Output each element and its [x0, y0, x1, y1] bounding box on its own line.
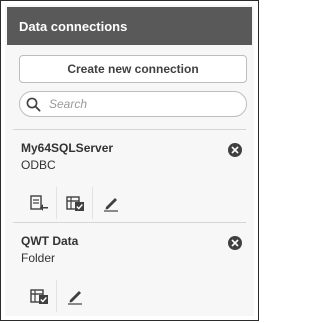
- divider: [13, 129, 246, 130]
- edit-icon: [104, 198, 118, 212]
- connection-item: My64SQLServer ODBC: [13, 141, 246, 221]
- select-data-button[interactable]: [57, 187, 93, 219]
- connection-name: QWT Data: [21, 234, 79, 248]
- select-data-button[interactable]: [21, 280, 57, 312]
- search-icon: [26, 97, 41, 112]
- panel-title: Data connections: [19, 18, 128, 34]
- divider: [13, 222, 246, 223]
- edit-icon: [68, 291, 82, 305]
- search-input[interactable]: [47, 96, 231, 112]
- insert-script-button[interactable]: [21, 187, 57, 219]
- connection-actions: [21, 280, 93, 312]
- connection-actions: [21, 187, 129, 219]
- search-box[interactable]: [19, 91, 247, 117]
- delete-connection-icon[interactable]: [228, 236, 242, 250]
- connections-panel: Create new connection My64SQLServer ODBC: [7, 45, 252, 314]
- edit-button[interactable]: [93, 187, 129, 219]
- edit-button[interactable]: [57, 280, 93, 312]
- connection-type: Folder: [21, 251, 56, 265]
- create-new-connection-button[interactable]: Create new connection: [19, 55, 247, 83]
- select-data-icon: [29, 289, 48, 304]
- insert-script-icon: [29, 195, 48, 211]
- delete-connection-icon[interactable]: [228, 143, 242, 157]
- create-new-connection-label: Create new connection: [67, 62, 199, 76]
- connection-type: ODBC: [21, 158, 56, 172]
- data-connections-window: Data connections Create new connection M…: [0, 0, 259, 321]
- connection-item: QWT Data Folder: [13, 234, 246, 314]
- select-data-icon: [65, 196, 84, 211]
- panel-header: Data connections: [7, 7, 252, 45]
- connection-name: My64SQLServer: [21, 141, 114, 155]
